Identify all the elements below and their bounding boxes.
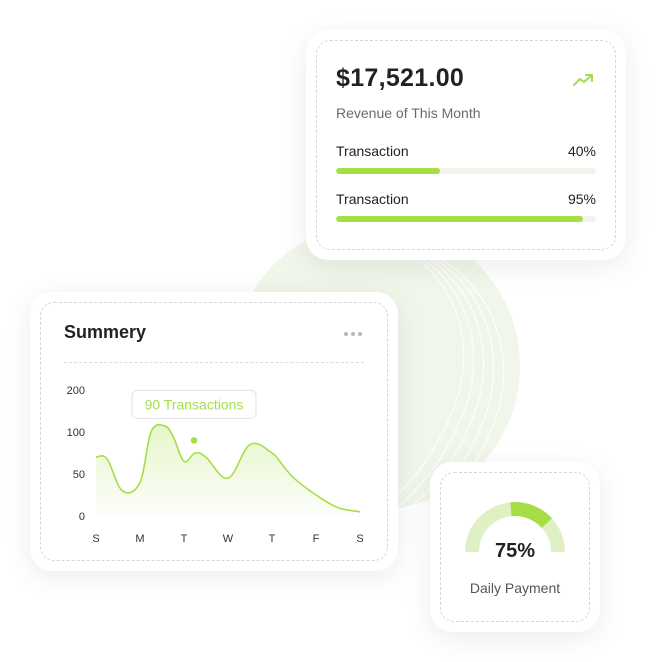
x-tick-label: T: [269, 533, 276, 545]
trending-up-icon: [573, 74, 593, 86]
chart-area-fill: [96, 424, 360, 516]
summary-chart: 200100500S M T W T F S90 Transactions: [67, 385, 364, 545]
revenue-card: $17,521.00 Revenue of This Month Transac…: [306, 30, 626, 260]
x-tick-label: S: [92, 533, 99, 545]
summary-card: Summery 200 100 50 0 S M T W T F S 90 Transactions: [30, 292, 398, 571]
gauge-value-arc: [510, 502, 553, 529]
payment-label: Daily Payment: [469, 580, 561, 596]
transaction-percent-1: 40%: [567, 143, 596, 159]
transaction-progress-1: [336, 168, 596, 174]
x-tick-label: W: [223, 533, 234, 545]
x-tick-label: S: [356, 533, 363, 545]
x-tick-label: M: [135, 533, 144, 545]
x-tick-label: T: [181, 533, 188, 545]
y-tick-label: 50: [73, 469, 85, 481]
payment-card: 75% Daily Payment: [430, 462, 600, 632]
payment-percent: 75%: [494, 540, 536, 562]
revenue-subtitle: Revenue of This Month: [336, 105, 481, 121]
y-tick-label: 200: [67, 385, 85, 397]
chart-tooltip-label: 90 Transactions: [145, 396, 244, 412]
x-tick-label: F: [313, 533, 320, 545]
transaction-label-2: Transaction: [336, 191, 409, 207]
transaction-label-1: Transaction: [336, 143, 409, 159]
transaction-progress-fill-2: [336, 216, 583, 222]
transaction-progress-2: [336, 216, 596, 222]
transaction-percent-2: 95%: [567, 191, 596, 207]
y-tick-label: 100: [67, 427, 85, 439]
y-tick-label: 0: [79, 511, 85, 523]
revenue-amount: $17,521.00: [336, 64, 465, 92]
chart-point-marker[interactable]: [189, 435, 199, 446]
transaction-progress-fill-1: [336, 168, 440, 174]
